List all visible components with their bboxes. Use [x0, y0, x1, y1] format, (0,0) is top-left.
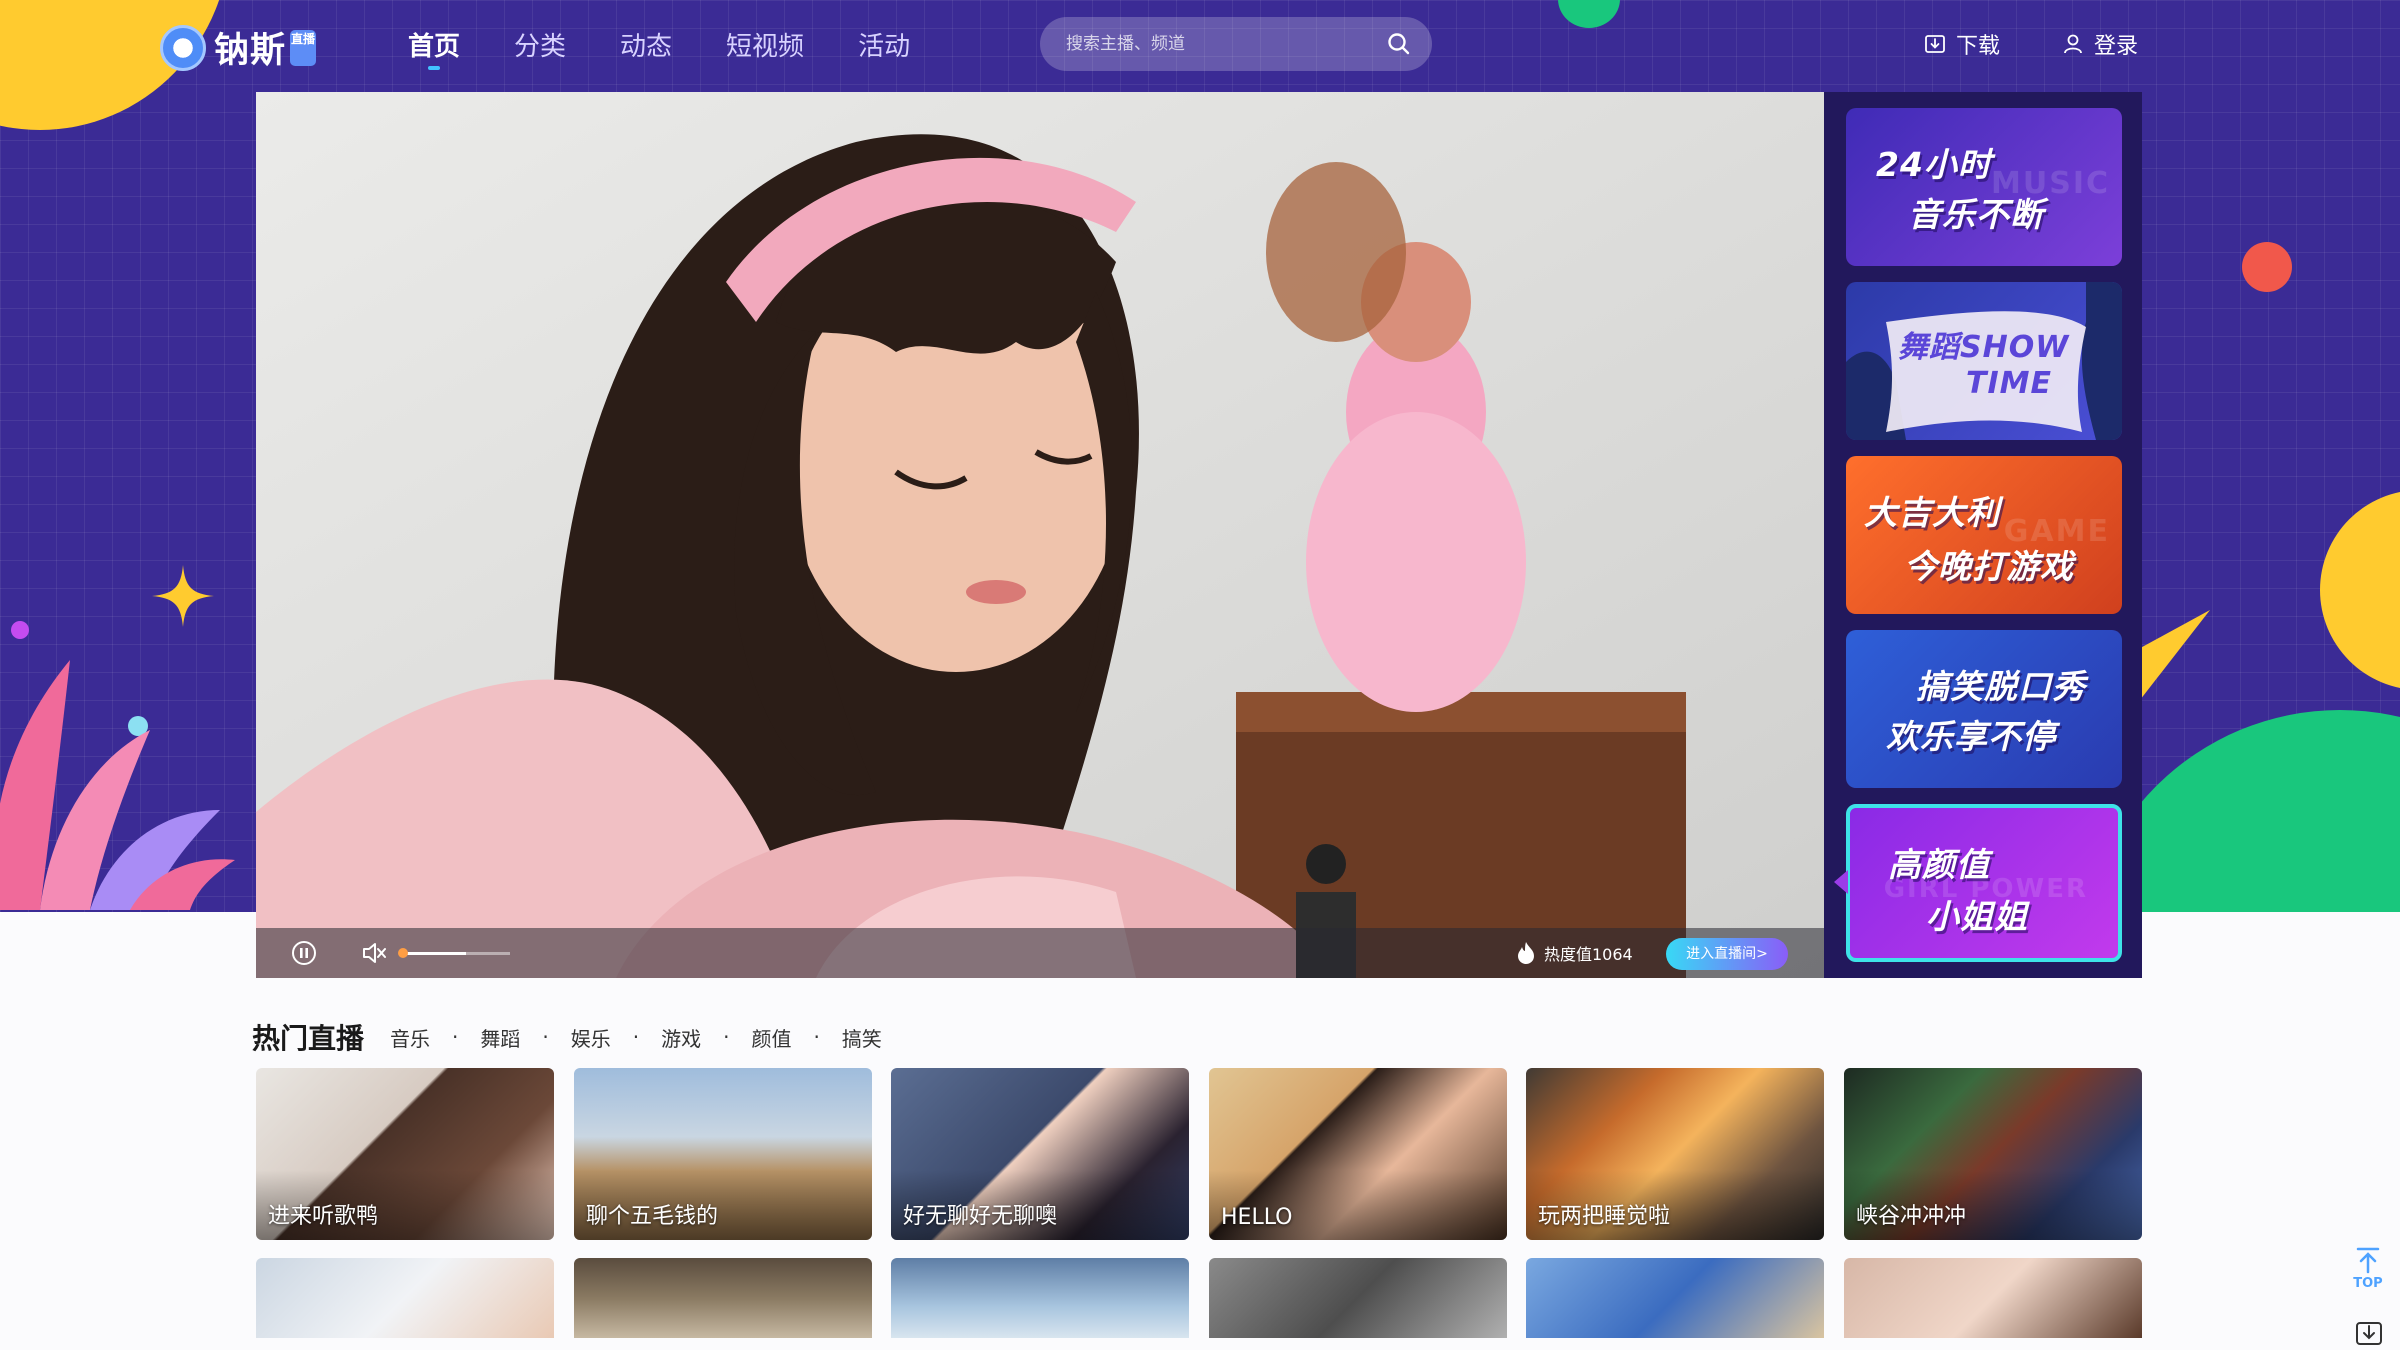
banner-game[interactable]: GAME 大吉大利 今晚打游戏 [1846, 456, 2122, 614]
category-separator: · [452, 1025, 459, 1049]
logo-text: 钠斯 [214, 31, 287, 71]
search-bar [1040, 17, 1432, 71]
live-room-card[interactable] [1526, 1258, 1824, 1338]
app-download-icon[interactable] [2354, 1318, 2384, 1348]
card-title: HELLO [1221, 1205, 1293, 1230]
banner-title-line1: 搞笑脱口秀 [1916, 667, 2086, 706]
enter-room-button[interactable]: 进入直播间> [1666, 938, 1788, 970]
top-header: 钠斯 直播 首页 分类 动态 短视频 活动 下载 登录 [0, 0, 2400, 90]
nav-item-feed[interactable]: 动态 [620, 26, 672, 70]
volume-mute-icon[interactable] [360, 939, 388, 967]
nav-item-events[interactable]: 活动 [858, 26, 910, 70]
category-beauty[interactable]: 颜值 [751, 1023, 791, 1052]
player-control-bar: 热度值1064 进入直播间> [256, 928, 1824, 978]
banner-title-line1: 大吉大利 [1864, 493, 2000, 532]
live-room-card[interactable] [574, 1258, 872, 1338]
banner-title-line1: 高颜值 [1888, 845, 1990, 884]
card-title: 峡谷冲冲冲 [1856, 1204, 1967, 1229]
arrow-up-icon [2356, 1247, 2380, 1274]
section-title: 热门直播 [252, 1022, 365, 1055]
live-room-card[interactable]: 聊个五毛钱的 [574, 1068, 872, 1240]
category-entertainment[interactable]: 娱乐 [571, 1023, 611, 1052]
category-separator: · [723, 1025, 730, 1049]
red-dot-decoration [2242, 242, 2292, 292]
download-icon [1925, 35, 1945, 53]
sparkle-star-decoration [152, 565, 214, 627]
banner-title-line1: 舞蹈SHOW [1898, 330, 2070, 365]
download-label: 下载 [1956, 34, 2001, 59]
card-title: 好无聊好无聊噢 [903, 1204, 1058, 1229]
pause-icon[interactable] [290, 939, 318, 967]
category-separator: · [542, 1025, 549, 1049]
live-room-card[interactable] [1844, 1258, 2142, 1338]
download-link[interactable]: 下载 [1924, 28, 2000, 60]
back-to-top-button[interactable]: TOP [2348, 1244, 2388, 1304]
yellow-circle-right-decoration [2320, 490, 2400, 690]
search-input[interactable] [1040, 34, 1386, 54]
live-room-card[interactable] [256, 1258, 554, 1338]
login-link[interactable]: 登录 [2062, 28, 2138, 60]
live-room-card[interactable]: HELLO [1209, 1068, 1507, 1240]
channel-banner-list: MUSIC 24小时 音乐不断 舞蹈SHOW TIME GAME 大吉大利 今晚… [1824, 92, 2142, 978]
logo-icon [160, 24, 206, 71]
card-title: 进来听歌鸭 [268, 1204, 379, 1229]
banner-comedy[interactable]: 搞笑脱口秀 欢乐享不停 [1846, 630, 2122, 788]
leaves-decoration [0, 660, 235, 910]
live-room-card[interactable]: 峡谷冲冲冲 [1844, 1068, 2142, 1240]
flame-icon [1518, 942, 1534, 964]
card-title: 玩两把睡觉啦 [1538, 1204, 1671, 1229]
main-nav: 首页 分类 动态 短视频 活动 [408, 26, 964, 70]
live-room-card[interactable] [891, 1258, 1189, 1338]
category-dance[interactable]: 舞蹈 [480, 1023, 520, 1052]
active-banner-pointer [1834, 870, 1848, 894]
live-room-card[interactable]: 进来听歌鸭 [256, 1068, 554, 1240]
live-room-card[interactable] [1209, 1258, 1507, 1338]
volume-level [400, 952, 466, 955]
nav-item-short-video[interactable]: 短视频 [726, 26, 804, 70]
banner-music[interactable]: MUSIC 24小时 音乐不断 [1846, 108, 2122, 266]
heat-label: 热度值1064 [1544, 945, 1633, 964]
banner-beauty[interactable]: GIRL POWER 高颜值 小姐姐 [1846, 804, 2122, 962]
search-icon[interactable] [1386, 31, 1412, 57]
heat-indicator: 热度值1064 [1516, 941, 1633, 965]
banner-title-line2: 今晚打游戏 [1904, 547, 2074, 586]
nav-item-home[interactable]: 首页 [408, 26, 460, 70]
banner-title-line2: 欢乐享不停 [1886, 717, 2056, 756]
live-room-card[interactable]: 好无聊好无聊噢 [891, 1068, 1189, 1240]
back-to-top-label: TOP [2353, 1276, 2383, 1291]
volume-slider[interactable] [398, 948, 510, 958]
category-music[interactable]: 音乐 [390, 1023, 430, 1052]
live-video-player[interactable]: 热度值1064 进入直播间> [256, 92, 1824, 978]
banner-title-line2: 音乐不断 [1908, 195, 2044, 234]
banner-dance[interactable]: 舞蹈SHOW TIME [1846, 282, 2122, 440]
banner-title-line2: TIME [1966, 366, 2052, 401]
category-separator: · [632, 1025, 640, 1049]
category-comedy[interactable]: 搞笑 [842, 1023, 882, 1052]
volume-knob[interactable] [398, 948, 408, 958]
banner-title-line1: 24小时 [1876, 145, 1992, 184]
hot-live-header: 热门直播 音乐 · 舞蹈 · 娱乐 · 游戏 · 颜值 · 搞笑 [252, 1017, 882, 1057]
live-room-card[interactable]: 玩两把睡觉啦 [1526, 1068, 1824, 1240]
nav-item-categories[interactable]: 分类 [514, 26, 566, 70]
card-title: 聊个五毛钱的 [586, 1204, 719, 1229]
banner-title-line2: 小姐姐 [1926, 897, 2028, 936]
login-label: 登录 [2094, 34, 2139, 59]
category-separator: · [813, 1025, 820, 1049]
logo-badge: 直播 [290, 29, 317, 66]
purple-dot-decoration [11, 621, 29, 639]
live-stream-video [256, 92, 1824, 978]
category-games[interactable]: 游戏 [661, 1023, 701, 1052]
user-icon [2064, 34, 2082, 54]
site-logo[interactable]: 钠斯 直播 [160, 22, 317, 73]
